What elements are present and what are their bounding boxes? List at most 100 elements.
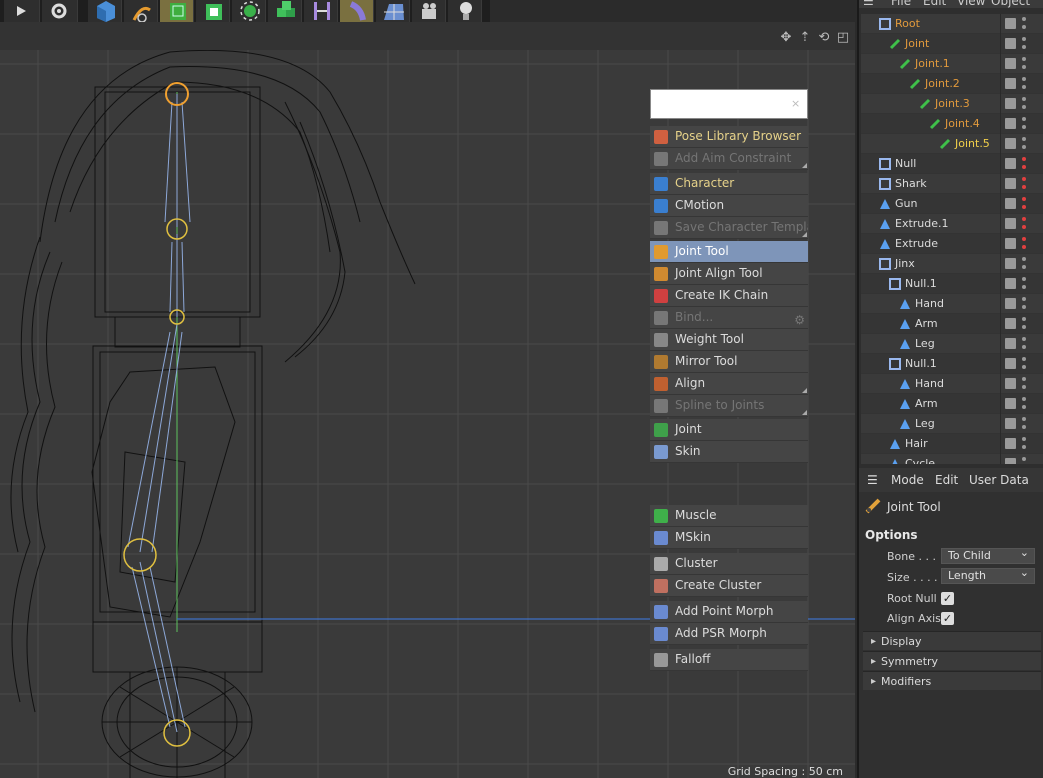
gear-icon[interactable] <box>42 0 78 22</box>
popup-search-field[interactable]: × <box>650 89 808 119</box>
render-visibility-dot[interactable] <box>1022 85 1026 89</box>
render-visibility-dot[interactable] <box>1022 245 1026 249</box>
object-row[interactable]: Extrude.1 <box>861 214 1043 234</box>
align-axis-checkbox[interactable]: ✓ <box>941 612 954 625</box>
edit-tag-icon[interactable] <box>1005 438 1016 449</box>
menu-item-mskin[interactable]: MSkin <box>650 527 808 549</box>
render-visibility-dot[interactable] <box>1022 325 1026 329</box>
render-visibility-dot[interactable] <box>1022 305 1026 309</box>
object-row[interactable]: Arm <box>861 394 1043 414</box>
edit-tag-icon[interactable] <box>1005 338 1016 349</box>
edit-tag-icon[interactable] <box>1005 418 1016 429</box>
edit-tag-icon[interactable] <box>1005 178 1016 189</box>
extrude-icon[interactable] <box>196 0 230 22</box>
object-row[interactable]: Joint.5 <box>861 134 1043 154</box>
object-row[interactable]: Joint.3 <box>861 94 1043 114</box>
menu-mode[interactable]: Mode <box>891 473 924 487</box>
editor-visibility-dot[interactable] <box>1022 217 1026 221</box>
object-row[interactable]: Joint.1 <box>861 54 1043 74</box>
editor-visibility-dot[interactable] <box>1022 377 1026 381</box>
editor-visibility-dot[interactable] <box>1022 437 1026 441</box>
hamburger-icon[interactable]: ☰ <box>863 0 874 8</box>
menu-item-mirror-tool[interactable]: Mirror Tool <box>650 351 808 373</box>
size-select[interactable]: Length <box>941 566 1035 584</box>
section-modifiers[interactable]: Modifiers <box>863 671 1041 691</box>
menu-item-character[interactable]: Character <box>650 173 808 195</box>
render-visibility-dot[interactable] <box>1022 225 1026 229</box>
render-visibility-dot[interactable] <box>1022 425 1026 429</box>
menu-item-joint-tool[interactable]: Joint Tool <box>650 241 808 263</box>
floor-icon[interactable] <box>376 0 410 22</box>
render-visibility-dot[interactable] <box>1022 445 1026 449</box>
menu-item-create-ik-chain[interactable]: Create IK Chain <box>650 285 808 307</box>
object-row[interactable]: Leg <box>861 414 1043 434</box>
object-row[interactable]: Hand <box>861 294 1043 314</box>
camera-icon[interactable] <box>412 0 446 22</box>
editor-visibility-dot[interactable] <box>1022 37 1026 41</box>
edit-tag-icon[interactable] <box>1005 18 1016 29</box>
render-visibility-dot[interactable] <box>1022 405 1026 409</box>
editor-visibility-dot[interactable] <box>1022 157 1026 161</box>
menu-item-align[interactable]: Align <box>650 373 808 395</box>
toggle-view-icon[interactable]: ◰ <box>835 30 851 46</box>
render-visibility-dot[interactable] <box>1022 145 1026 149</box>
render-visibility-dot[interactable] <box>1022 125 1026 129</box>
play-icon[interactable] <box>4 0 40 22</box>
menu-item-add-psr-morph[interactable]: Add PSR Morph <box>650 623 808 645</box>
edit-tag-icon[interactable] <box>1005 318 1016 329</box>
editor-visibility-dot[interactable] <box>1022 197 1026 201</box>
render-visibility-dot[interactable] <box>1022 65 1026 69</box>
edit-tag-icon[interactable] <box>1005 298 1016 309</box>
edit-tag-icon[interactable] <box>1005 238 1016 249</box>
edit-tag-icon[interactable] <box>1005 378 1016 389</box>
edit-tag-icon[interactable] <box>1005 58 1016 69</box>
boolean-icon[interactable] <box>268 0 302 22</box>
edit-tag-icon[interactable] <box>1005 358 1016 369</box>
menu-item-weight-tool[interactable]: Weight Tool <box>650 329 808 351</box>
edit-tag-icon[interactable] <box>1005 398 1016 409</box>
edit-tag-icon[interactable] <box>1005 198 1016 209</box>
editor-visibility-dot[interactable] <box>1022 137 1026 141</box>
pen-icon[interactable] <box>124 0 158 22</box>
render-visibility-dot[interactable] <box>1022 105 1026 109</box>
render-visibility-dot[interactable] <box>1022 25 1026 29</box>
menu-object[interactable]: Object <box>991 0 1030 8</box>
subdivide-icon[interactable] <box>160 0 194 22</box>
editor-visibility-dot[interactable] <box>1022 417 1026 421</box>
zoom-view-icon[interactable]: ⇡ <box>797 30 813 46</box>
section-symmetry[interactable]: Symmetry <box>863 651 1041 671</box>
deformer-icon[interactable] <box>304 0 338 22</box>
root-null-checkbox[interactable]: ✓ <box>941 592 954 605</box>
menu-user-data[interactable]: User Data <box>969 473 1029 487</box>
editor-visibility-dot[interactable] <box>1022 297 1026 301</box>
menu-edit[interactable]: Edit <box>935 473 958 487</box>
menu-edit[interactable]: Edit <box>923 0 946 8</box>
render-visibility-dot[interactable] <box>1022 385 1026 389</box>
render-visibility-dot[interactable] <box>1022 345 1026 349</box>
editor-visibility-dot[interactable] <box>1022 337 1026 341</box>
edit-tag-icon[interactable] <box>1005 98 1016 109</box>
object-row[interactable]: Jinx <box>861 254 1043 274</box>
render-visibility-dot[interactable] <box>1022 45 1026 49</box>
editor-visibility-dot[interactable] <box>1022 97 1026 101</box>
cloner-icon[interactable] <box>232 0 266 22</box>
light-icon[interactable] <box>448 0 482 22</box>
edit-tag-icon[interactable] <box>1005 118 1016 129</box>
render-visibility-dot[interactable] <box>1022 185 1026 189</box>
menu-item-joint-align-tool[interactable]: Joint Align Tool <box>650 263 808 285</box>
object-row[interactable]: Null.1 <box>861 354 1043 374</box>
object-row[interactable]: Joint <box>861 34 1043 54</box>
edit-tag-icon[interactable] <box>1005 158 1016 169</box>
edit-tag-icon[interactable] <box>1005 258 1016 269</box>
editor-visibility-dot[interactable] <box>1022 17 1026 21</box>
object-row[interactable]: Root <box>861 14 1043 34</box>
menu-item-cmotion[interactable]: CMotion <box>650 195 808 217</box>
editor-visibility-dot[interactable] <box>1022 257 1026 261</box>
menu-item-muscle[interactable]: Muscle <box>650 505 808 527</box>
move-view-icon[interactable]: ✥ <box>778 30 794 46</box>
editor-visibility-dot[interactable] <box>1022 277 1026 281</box>
menu-item-skin[interactable]: Skin <box>650 441 808 463</box>
render-visibility-dot[interactable] <box>1022 365 1026 369</box>
editor-visibility-dot[interactable] <box>1022 117 1026 121</box>
editor-visibility-dot[interactable] <box>1022 237 1026 241</box>
